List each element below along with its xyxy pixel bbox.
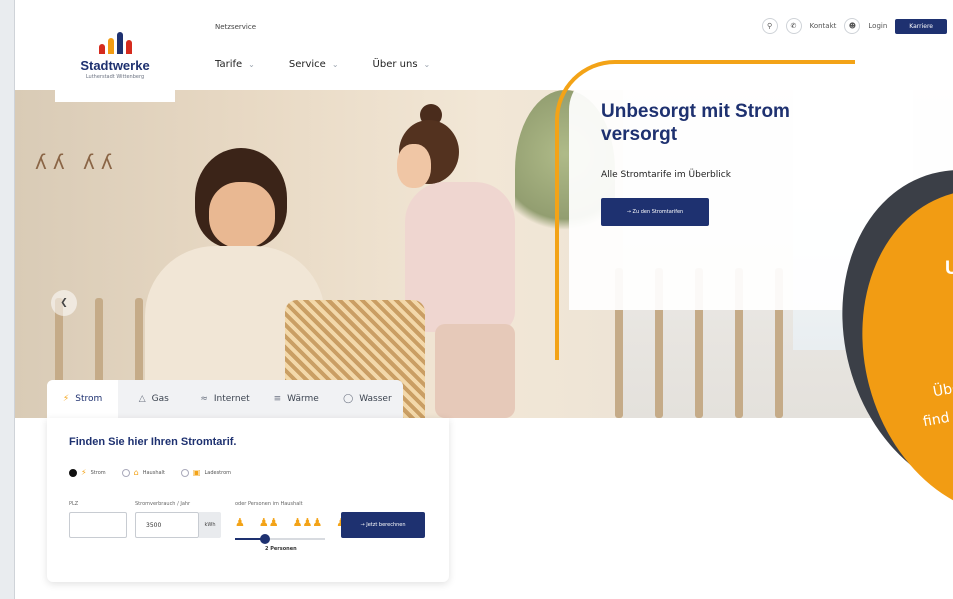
radio-selected-icon xyxy=(69,468,77,477)
persons-slider[interactable] xyxy=(235,534,325,544)
consumption-input[interactable]: 3500 xyxy=(135,512,199,538)
heater-icon: ≡ xyxy=(273,394,282,404)
netzservice-link[interactable]: Netzservice xyxy=(215,23,256,31)
persons-label: oder Personen im Haushalt xyxy=(235,501,303,507)
drop-icon: ◯ xyxy=(343,394,354,404)
tab-gas[interactable]: △ Gas xyxy=(118,380,189,418)
option-strom[interactable]: ⚡ Strom xyxy=(69,468,106,477)
hero-subtitle: Alle Stromtarife im Überblick xyxy=(601,170,731,180)
nav-item-ueber-uns[interactable]: Über uns ⌄ xyxy=(373,59,431,70)
plug-icon: ⚡ xyxy=(62,394,70,404)
brand-subline: Lutherstadt Wittenberg xyxy=(85,74,145,80)
tariff-type-options: ⚡ Strom ⌂ Haushalt ▣ Ladestrom xyxy=(69,468,231,477)
chevron-down-icon: ⌄ xyxy=(331,60,339,69)
browser-page: Netzservice ⚲ ✆ Kontakt ☻ Login Karriere… xyxy=(14,0,953,599)
home-icon: ⌂ xyxy=(133,468,139,477)
phone-icon[interactable]: ✆ xyxy=(785,18,802,34)
hero-cta-button[interactable]: → Zu den Stromtarifen xyxy=(601,198,709,226)
career-button[interactable]: Karriere xyxy=(895,18,947,34)
calculator-title: Finden Sie hier Ihren Stromtarif. xyxy=(69,436,237,448)
radio-icon xyxy=(121,468,130,477)
brand-name: Stadtwerke xyxy=(80,58,150,73)
consumption-unit: kWh xyxy=(199,512,221,538)
radio-icon xyxy=(180,468,189,477)
tariff-calculator: Finden Sie hier Ihren Stromtarif. ⚡ Strom… xyxy=(47,418,449,582)
logo-mark-icon xyxy=(55,30,175,54)
plz-input[interactable] xyxy=(69,512,127,538)
wifi-icon: ≈ xyxy=(200,394,208,404)
chevron-down-icon: ⌄ xyxy=(423,60,431,69)
persons-slider-handle[interactable] xyxy=(259,534,270,544)
plz-label: PLZ xyxy=(69,501,79,507)
nav-item-service[interactable]: Service ⌄ xyxy=(289,59,339,70)
calculate-button[interactable]: → Jetzt berechnen xyxy=(341,512,425,538)
nav-item-tarife[interactable]: Tarife ⌄ xyxy=(215,59,255,70)
option-haushalt[interactable]: ⌂ Haushalt xyxy=(121,468,165,477)
person-2-icon[interactable]: ♟♟ xyxy=(259,516,279,529)
promo-badge-line1: U xyxy=(945,258,953,280)
garland-decoration: ʎʎ ʎʎ xyxy=(35,150,119,174)
flame-icon: △ xyxy=(138,394,146,404)
utility-bar: ⚲ ✆ Kontakt ☻ Login Karriere xyxy=(761,18,947,34)
carousel-prev-button[interactable]: ❮ xyxy=(51,290,77,316)
consumption-label: Stromverbrauch / Jahr xyxy=(135,501,191,507)
tab-internet[interactable]: ≈ Internet xyxy=(189,380,260,418)
chevron-left-icon: ❮ xyxy=(60,298,68,308)
person-3-icon[interactable]: ♟♟♟ xyxy=(293,516,323,529)
person-1-icon[interactable]: ♟ xyxy=(235,516,245,529)
search-icon[interactable]: ⚲ xyxy=(761,18,778,34)
chevron-down-icon: ⌄ xyxy=(248,60,255,69)
option-ladestrom[interactable]: ▣ Ladestrom xyxy=(180,468,231,477)
main-nav: Tarife ⌄ Service ⌄ Über uns ⌄ xyxy=(215,59,430,70)
tab-strom[interactable]: ⚡ Strom xyxy=(47,380,119,418)
login-link[interactable]: Login xyxy=(868,22,887,30)
logo[interactable]: Stadtwerke Lutherstadt Wittenberg xyxy=(55,22,175,102)
hero-title: Unbesorgt mit Strom versorgt xyxy=(601,101,790,145)
user-icon[interactable]: ☻ xyxy=(844,18,861,34)
tab-wasser[interactable]: ◯ Wasser xyxy=(332,380,403,418)
contact-link[interactable]: Kontakt xyxy=(810,22,837,30)
charger-icon: ▣ xyxy=(192,468,201,477)
plug-icon: ⚡ xyxy=(81,468,87,477)
persons-value: 2 Personen xyxy=(265,546,297,552)
tariff-tabs: ⚡ Strom △ Gas ≈ Internet ≡ Wärme ◯ Wasser xyxy=(47,380,403,418)
tab-waerme[interactable]: ≡ Wärme xyxy=(261,380,332,418)
